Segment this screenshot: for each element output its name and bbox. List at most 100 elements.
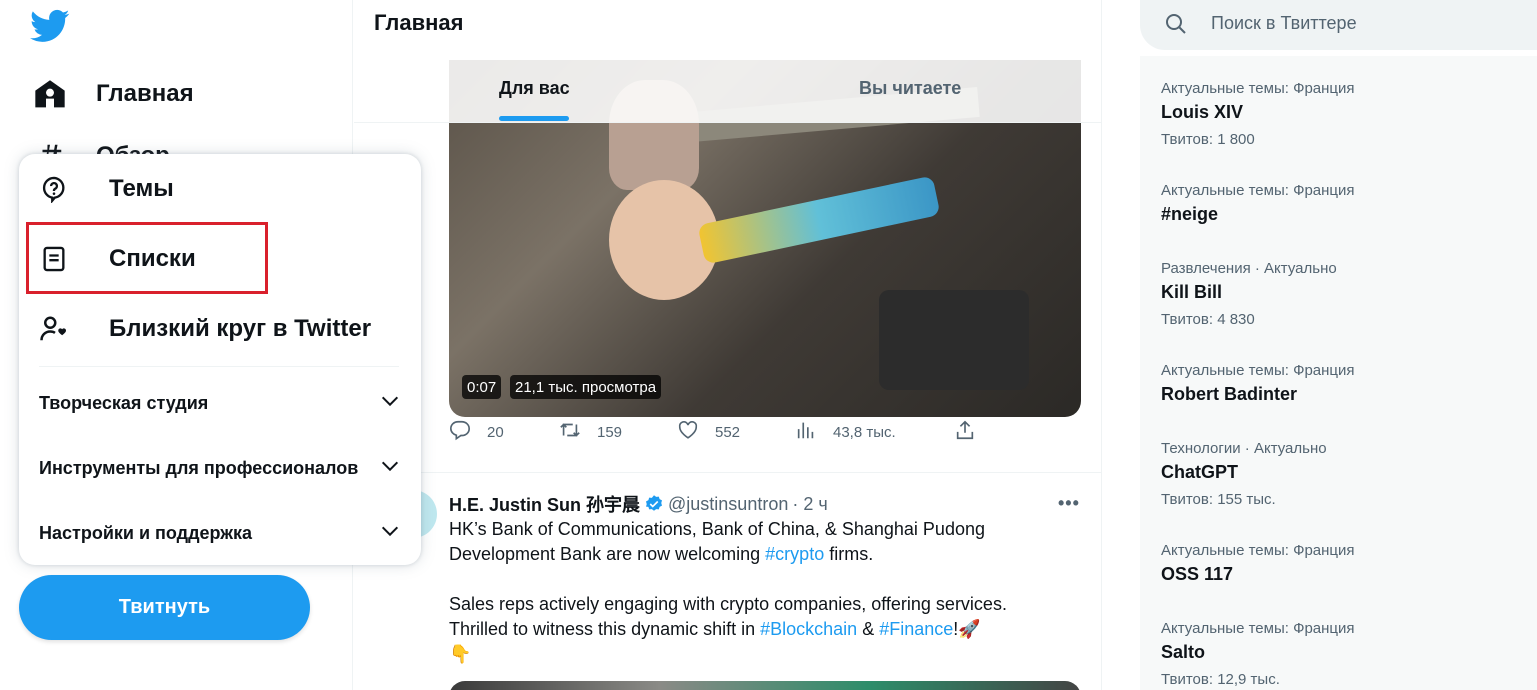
like-count: 552 [715, 423, 741, 441]
section-label: Творческая студия [39, 393, 209, 413]
trend-item[interactable]: Развлечения · Актуально Kill Bill Твитов… [1161, 260, 1337, 328]
hashtag-link[interactable]: #crypto [765, 544, 824, 564]
trend-context: Актуальные темы: Франция [1161, 542, 1355, 559]
tweet-text: HK’s Bank of Communications, Bank of Chi… [449, 517, 1069, 667]
trend-context: Актуальные темы: Франция [1161, 620, 1355, 637]
tweet-media[interactable] [449, 681, 1081, 690]
trend-context: Технологии · Актуально [1161, 440, 1327, 457]
reply-button[interactable]: 20 [449, 419, 504, 445]
like-button[interactable]: 552 [677, 419, 740, 445]
share-button[interactable] [954, 419, 976, 445]
tweet-header: H.E. Justin Sun 孙宇晨 @justinsuntron · 2 ч [449, 491, 828, 517]
tweet-line: HK’s Bank of Communications, Bank of Chi… [449, 519, 985, 539]
menu-divider [39, 366, 399, 367]
section-creator-studio[interactable]: Творческая студия [39, 390, 401, 417]
trend-name: Salto [1161, 642, 1206, 662]
menu-item-topics-label: Темы [109, 175, 174, 202]
circle-icon [39, 314, 69, 344]
menu-item-lists[interactable]: Списки [39, 244, 196, 274]
retweet-count: 159 [597, 423, 623, 441]
home-icon [30, 74, 70, 114]
trend-context: Актуальные темы: Франция [1161, 362, 1355, 379]
nav-home[interactable]: Главная [30, 74, 194, 114]
trend-name: Kill Bill [1161, 282, 1223, 302]
main-feed: 0:07 21,1 тыс. просмотра Главная Для вас… [354, 0, 1102, 690]
menu-item-topics[interactable]: Темы [39, 174, 174, 204]
tweet-line: Sales reps actively engaging with crypto… [449, 594, 1007, 614]
menu-item-circle-label: Близкий круг в Twitter [109, 315, 372, 342]
tab-for-you[interactable]: Для вас [499, 78, 570, 99]
trend-name: Robert Badinter [1161, 384, 1298, 404]
tweet-text-segment: Development Bank are now welcoming [449, 544, 766, 564]
trend-item[interactable]: Актуальные темы: Франция Salto Твитов: 1… [1161, 620, 1355, 688]
twitter-bird-icon[interactable] [30, 6, 74, 46]
section-settings-support[interactable]: Настройки и поддержка [39, 520, 401, 547]
menu-item-circle[interactable]: Близкий круг в Twitter [39, 314, 371, 344]
tab-following[interactable]: Вы читаете [859, 78, 961, 99]
verified-badge-icon [644, 494, 664, 514]
video-views-badge: 21,1 тыс. просмотра [510, 375, 662, 399]
author-handle[interactable]: @justinsuntron [668, 494, 788, 515]
trend-name: OSS 117 [1161, 564, 1234, 584]
heart-icon [677, 419, 699, 445]
trend-item[interactable]: Актуальные темы: Франция Robert Badinter [1161, 362, 1355, 405]
trend-item[interactable]: Актуальные темы: Франция #neige [1161, 182, 1355, 225]
reply-count: 20 [487, 423, 504, 441]
chevron-down-icon [379, 520, 401, 547]
search-input[interactable]: Поиск в Твиттере [1211, 13, 1357, 34]
video-frame-detail [879, 290, 1029, 390]
feed-header: Главная Для вас Вы читаете [354, 0, 1101, 123]
trend-count: Твитов: 155 тыс. [1161, 491, 1276, 508]
more-menu: Темы Списки Близкий круг в Twitter Творч… [19, 154, 421, 565]
right-column: Поиск в Твиттере Актуальные темы: Франци… [1103, 0, 1537, 690]
trend-count: Твитов: 12,9 тыс. [1161, 671, 1280, 688]
section-pro-tools[interactable]: Инструменты для профессионалов [39, 455, 401, 482]
tweet-text-segment: Thrilled to witness this dynamic shift i… [449, 619, 761, 639]
chevron-down-icon [379, 455, 401, 482]
trend-item[interactable]: Технологии · Актуально ChatGPT Твитов: 1… [1161, 440, 1327, 508]
trend-name: Louis XIV [1161, 102, 1244, 122]
tweet-text-segment: !🚀 [953, 619, 981, 639]
author-name[interactable]: H.E. Justin Sun 孙宇晨 [449, 491, 640, 517]
trend-count: Твитов: 4 830 [1161, 311, 1255, 328]
views-count: 43,8 тыс. [833, 423, 896, 441]
page-title: Главная [374, 10, 464, 35]
share-icon [954, 419, 976, 445]
trend-name: #neige [1161, 204, 1219, 224]
tweet-line: Development Bank are now welcoming #cryp… [449, 542, 1069, 567]
trend-item[interactable]: Актуальные темы: Франция OSS 117 [1161, 542, 1355, 585]
tweet-line: Thrilled to witness this dynamic shift i… [449, 617, 1069, 642]
hashtag-link[interactable]: #Blockchain [760, 619, 857, 639]
topics-icon [39, 174, 69, 204]
chevron-down-icon [379, 390, 401, 417]
analytics-icon [795, 419, 817, 445]
tweet-text-segment: & [857, 619, 880, 639]
views-button[interactable]: 43,8 тыс. [795, 419, 896, 445]
trend-context: Развлечения · Актуально [1161, 260, 1337, 277]
retweet-icon [559, 419, 581, 445]
retweet-button[interactable]: 159 [559, 419, 622, 445]
menu-item-lists-label: Списки [109, 245, 196, 272]
trends-panel: Актуальные темы: Франция Louis XIV Твито… [1140, 56, 1537, 690]
search-bar[interactable]: Поиск в Твиттере [1140, 0, 1537, 50]
tweet-line: 👇 [449, 644, 472, 664]
video-duration: 0:07 [462, 375, 502, 399]
tweet[interactable]: H.E. Justin Sun 孙宇晨 @justinsuntron · 2 ч… [354, 473, 1101, 690]
tweet-text-segment: firms. [824, 544, 874, 564]
section-label: Настройки и поддержка [39, 523, 253, 543]
active-tab-indicator [499, 116, 569, 121]
tweet-button[interactable]: Твитнуть [19, 575, 310, 640]
trend-context: Актуальные темы: Франция [1161, 182, 1355, 199]
video-frame-detail [697, 175, 941, 265]
trend-count: Твитов: 1 800 [1161, 131, 1255, 148]
reply-icon [449, 419, 471, 445]
trend-item[interactable]: Актуальные темы: Франция Louis XIV Твито… [1161, 80, 1355, 148]
nav-home-label: Главная [96, 80, 194, 107]
tweet-time[interactable]: · 2 ч [792, 494, 827, 515]
trend-name: ChatGPT [1161, 462, 1239, 482]
more-options-icon[interactable]: ••• [1058, 493, 1082, 513]
lists-icon [39, 244, 69, 274]
hashtag-link[interactable]: #Finance [879, 619, 953, 639]
section-label: Инструменты для профессионалов [39, 458, 359, 478]
